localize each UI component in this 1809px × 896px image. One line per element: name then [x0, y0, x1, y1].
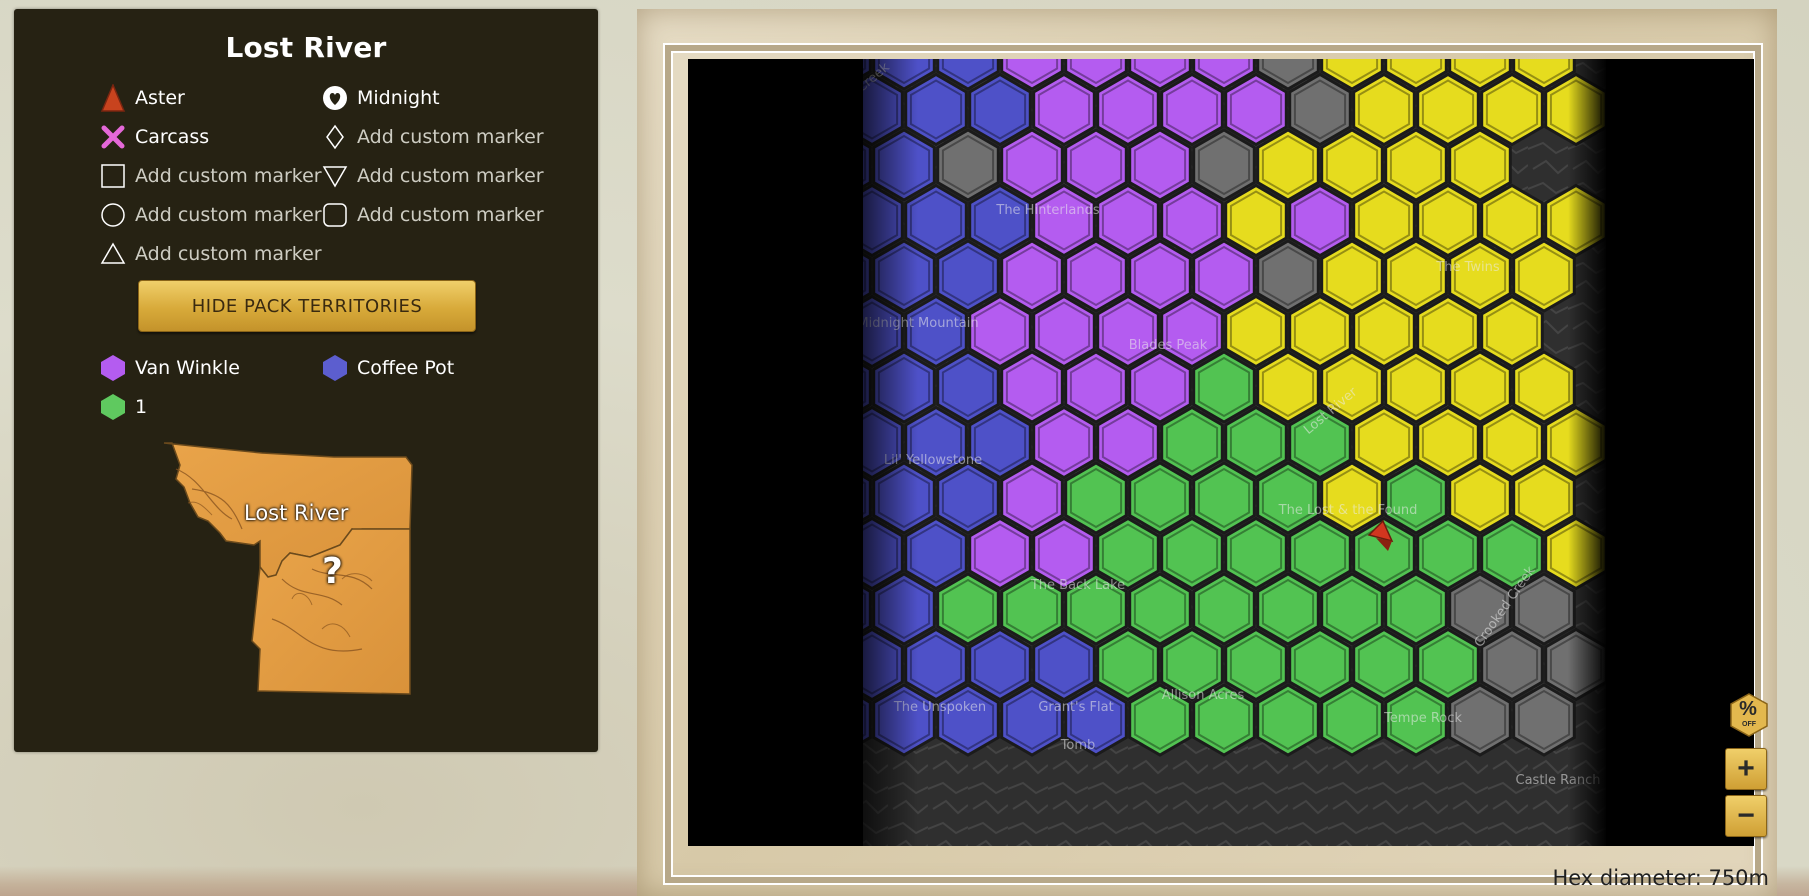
marker-aster[interactable]: Aster [99, 83, 185, 113]
pack-coffee-pot[interactable]: Coffee Pot [321, 353, 454, 383]
circle-marker-icon [99, 201, 127, 229]
marker-label: Add custom marker [357, 204, 544, 226]
add-custom-marker-diamond[interactable]: Add custom marker [321, 122, 544, 152]
map-place-label: The Back Lake [1030, 578, 1125, 593]
pack-label: Van Winkle [135, 357, 240, 379]
pack-label: 1 [135, 396, 148, 418]
marker-label: Carcass [135, 126, 210, 148]
pack-label: Coffee Pot [357, 357, 455, 379]
marker-midnight[interactable]: Midnight [321, 83, 440, 113]
marker-label: Add custom marker [135, 204, 322, 226]
marker-label: Aster [135, 87, 185, 109]
hex-grid[interactable]: Grant's CreekThe HinterlandsMidnight Mou… [688, 59, 1754, 846]
map-left-fade [838, 59, 918, 846]
carcass-marker-icon [99, 123, 127, 151]
triangle-down-marker-icon [321, 162, 349, 190]
add-custom-marker-square[interactable]: Add custom marker [99, 161, 322, 191]
add-custom-marker-circle[interactable]: Add custom marker [99, 200, 322, 230]
hide-pack-territories-button[interactable]: HIDE PACK TERRITORIES [138, 280, 476, 332]
marker-label: Add custom marker [357, 165, 544, 187]
percent-label: % [1739, 697, 1757, 720]
hexagon-icon [99, 354, 127, 382]
marker-label: Add custom marker [135, 243, 322, 265]
map-place-label: The Twins [1435, 260, 1500, 275]
add-custom-marker-triangle-down[interactable]: Add custom marker [321, 161, 544, 191]
map-place-label: Grant's Flat [1038, 700, 1113, 715]
map-place-label: Tomb [1060, 738, 1096, 753]
triangle-up-marker-icon [99, 240, 127, 268]
add-custom-marker-triangle-up[interactable]: Add custom marker [99, 239, 322, 269]
hexagon-icon [321, 354, 349, 382]
square-marker-icon [99, 162, 127, 190]
marker-label: Add custom marker [135, 165, 322, 187]
pack-van-winkle[interactable]: Van Winkle [99, 353, 240, 383]
mini-map-unknown-marker: ? [322, 551, 343, 592]
marker-carcass[interactable]: Carcass [99, 122, 209, 152]
percent-off-label: OFF [1742, 721, 1756, 728]
marker-label: Midnight [357, 87, 440, 109]
zoom-out-button[interactable]: − [1725, 795, 1767, 837]
hexagon-icon [99, 393, 127, 421]
region-mini-map[interactable]: Lost River ? [162, 429, 422, 699]
mini-map-label: Lost River [244, 501, 349, 525]
map-place-label: The Hinterlands [995, 203, 1099, 218]
hex-diameter-label: Hex diameter: 750m [1552, 866, 1769, 890]
aster-marker-icon [99, 84, 127, 112]
diamond-marker-icon [321, 123, 349, 151]
map-right-fade [1568, 59, 1608, 846]
map-place-label: Allison Acres [1162, 688, 1245, 703]
percent-toggle-button[interactable]: % OFF [1729, 693, 1768, 737]
panel-title: Lost River [225, 31, 387, 64]
map-place-label: Blades Peak [1129, 338, 1208, 353]
map-place-label: Tempe Rock [1383, 711, 1462, 726]
territory-panel: Lost River Aster Midnight Carcass Add cu… [14, 9, 598, 752]
zoom-in-button[interactable]: + [1725, 748, 1767, 790]
midnight-marker-icon [321, 84, 349, 112]
add-custom-marker-rounded-square[interactable]: Add custom marker [321, 200, 544, 230]
map-place-label: The Lost & the Found [1278, 503, 1418, 518]
rounded-square-marker-icon [321, 201, 349, 229]
marker-label: Add custom marker [357, 126, 544, 148]
pack-1[interactable]: 1 [99, 392, 147, 422]
territory-hex-map[interactable]: Grant's CreekThe HinterlandsMidnight Mou… [688, 59, 1754, 846]
map-left-edge [688, 59, 863, 846]
